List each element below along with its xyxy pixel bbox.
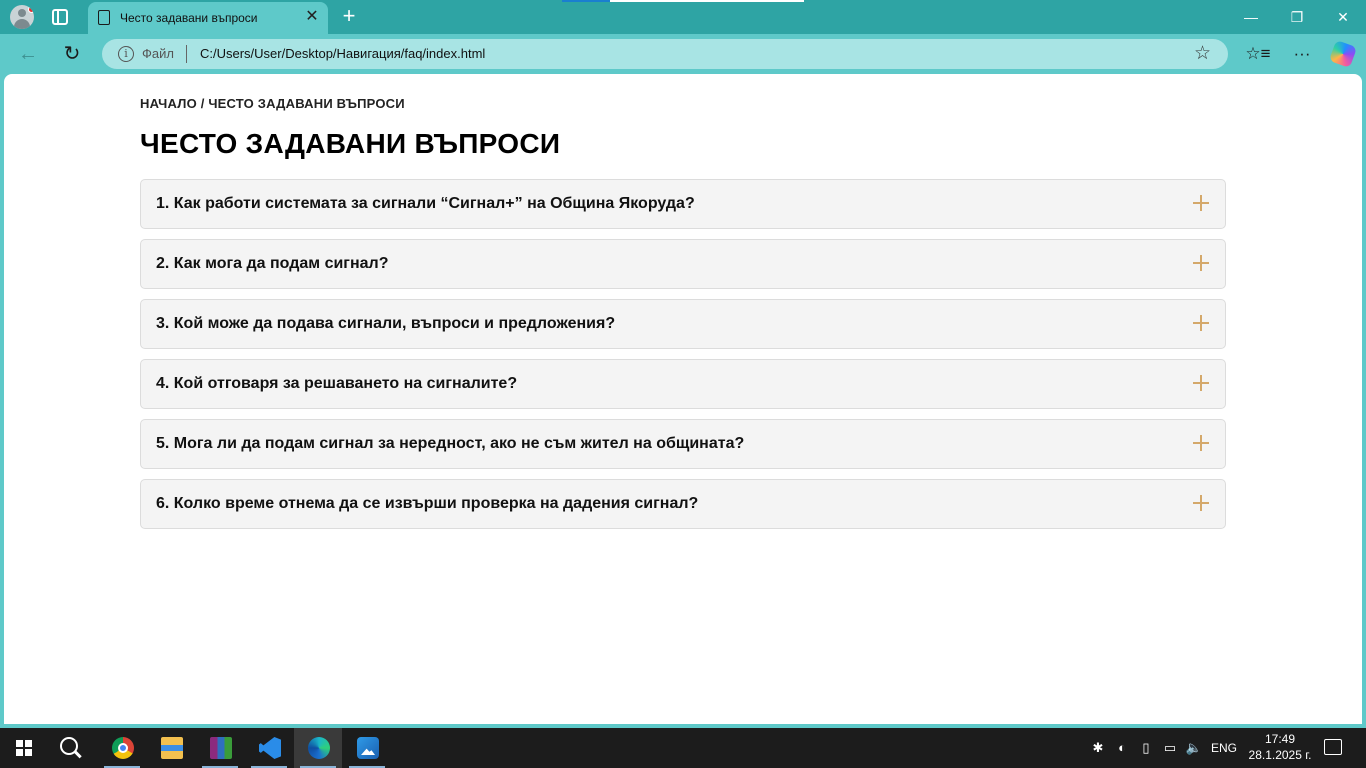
- taskbar-app-file-explorer[interactable]: [147, 728, 195, 768]
- close-window-button[interactable]: ✕: [1320, 4, 1366, 30]
- volume-icon[interactable]: 🔈: [1184, 728, 1204, 768]
- faq-question: 5. Мога ли да подам сигнал за нередност,…: [156, 435, 745, 452]
- faq-list: 1. Как работи системата за сигнали “Сигн…: [140, 179, 1226, 529]
- taskbar-app-edge[interactable]: [294, 728, 342, 768]
- tab-actions-icon[interactable]: [52, 9, 68, 25]
- language-indicator[interactable]: ENG: [1208, 728, 1240, 768]
- network-icon[interactable]: ▭: [1158, 728, 1182, 768]
- more-menu-icon[interactable]: ···: [1288, 40, 1316, 68]
- new-tab-button[interactable]: +: [338, 4, 360, 28]
- page-icon: [98, 10, 110, 25]
- faq-question: 4. Кой отговаря за решаването на сигнали…: [156, 375, 518, 392]
- profile-head: [18, 9, 26, 17]
- faq-item[interactable]: 3. Кой може да подава сигнали, въпроси и…: [140, 299, 1226, 349]
- windows-start-icon[interactable]: [16, 740, 32, 756]
- clock-time: 17:49: [1264, 732, 1296, 746]
- profile-body: [14, 19, 30, 29]
- photos-icon: [357, 737, 379, 759]
- restore-button[interactable]: ❐: [1274, 4, 1320, 30]
- notification-icon[interactable]: [1324, 739, 1342, 755]
- faq-item[interactable]: 5. Мога ли да подам сигнал за нередност,…: [140, 419, 1226, 469]
- vscode-icon: [259, 737, 281, 759]
- address-bar[interactable]: i Файл C:/Users/User/Desktop/Навигация/f…: [102, 39, 1228, 69]
- winrar-icon: [210, 737, 232, 759]
- tab-faq[interactable]: Често задавани въпроси ✕: [88, 2, 328, 34]
- reload-icon[interactable]: ↻: [58, 40, 86, 68]
- plus-icon[interactable]: [1193, 495, 1209, 511]
- page-title: ЧЕСТО ЗАДАВАНИ ВЪПРОСИ: [140, 128, 561, 159]
- taskbar-app-photos[interactable]: [343, 728, 391, 768]
- tab-title: Често задавани въпроси: [120, 11, 258, 25]
- file-explorer-icon: [161, 737, 183, 759]
- browser-tab-bar: Често задавани въпроси ✕ + — ❐ ✕: [0, 0, 1366, 34]
- breadcrumb[interactable]: НАЧАЛО / ЧЕСТО ЗАДАВАНИ ВЪПРОСИ: [140, 96, 1226, 111]
- profile-icon[interactable]: [10, 5, 34, 29]
- edge-icon: [308, 737, 330, 759]
- taskbar-app-winrar[interactable]: [196, 728, 244, 768]
- info-icon[interactable]: i: [118, 46, 134, 62]
- clock-date: 28.1.2025 г.: [1248, 748, 1312, 762]
- tab-close-icon[interactable]: ✕: [302, 7, 322, 27]
- tray-sync-icon[interactable]: ◐: [1112, 728, 1132, 768]
- copilot-icon[interactable]: [1328, 39, 1358, 69]
- address-divider: [186, 45, 187, 63]
- browser-toolbar: ← ↻ i Файл C:/Users/User/Desktop/Навигац…: [0, 34, 1366, 74]
- faq-question: 6. Колко време отнема да се извърши пров…: [156, 495, 699, 512]
- faq-question: 1. Как работи системата за сигнали “Сигн…: [156, 195, 695, 212]
- faq-question: 3. Кой може да подава сигнали, въпроси и…: [156, 315, 616, 332]
- plus-icon[interactable]: [1193, 315, 1209, 331]
- scheme-label: Файл: [142, 46, 174, 61]
- faq-item[interactable]: 1. Как работи системата за сигнали “Сигн…: [140, 179, 1226, 229]
- favorites-list-icon[interactable]: ☆≡: [1244, 40, 1272, 68]
- taskbar-app-chrome[interactable]: [98, 728, 146, 768]
- start-tile: [16, 749, 23, 756]
- url-text[interactable]: C:/Users/User/Desktop/Навигация/faq/inde…: [200, 46, 485, 61]
- loading-strip-fill: [562, 0, 610, 2]
- taskbar: ✱ ◐ ▯ ▭ 🔈 ENG 17:49 28.1.2025 г.: [0, 728, 1366, 768]
- plus-icon[interactable]: [1193, 435, 1209, 451]
- favorite-star-icon[interactable]: ☆: [1194, 42, 1211, 65]
- loading-strip: [562, 0, 804, 2]
- battery-icon[interactable]: ▯: [1136, 728, 1156, 768]
- page-content: НАЧАЛО / ЧЕСТО ЗАДАВАНИ ВЪПРОСИ ЧЕСТО ЗА…: [140, 96, 1226, 539]
- plus-icon[interactable]: [1193, 255, 1209, 271]
- faq-item[interactable]: 6. Колко време отнема да се извърши пров…: [140, 479, 1226, 529]
- profile-notification-dot: [28, 6, 34, 13]
- faq-item[interactable]: 2. Как мога да подам сигнал?: [140, 239, 1226, 289]
- plus-icon[interactable]: [1193, 375, 1209, 391]
- minimize-button[interactable]: —: [1228, 4, 1274, 30]
- start-tile: [16, 740, 23, 747]
- start-tile: [25, 749, 32, 756]
- clock[interactable]: 17:49 28.1.2025 г.: [1242, 731, 1318, 763]
- chrome-icon: [112, 737, 134, 759]
- start-tile: [25, 740, 32, 747]
- faq-question: 2. Как мога да подам сигнал?: [156, 255, 389, 272]
- tray-app-icon[interactable]: ✱: [1088, 728, 1108, 768]
- faq-item[interactable]: 4. Кой отговаря за решаването на сигнали…: [140, 359, 1226, 409]
- taskbar-app-vscode[interactable]: [245, 728, 293, 768]
- search-icon[interactable]: [60, 737, 78, 755]
- plus-icon[interactable]: [1193, 195, 1209, 211]
- back-icon[interactable]: ←: [14, 40, 42, 68]
- page-viewport: НАЧАЛО / ЧЕСТО ЗАДАВАНИ ВЪПРОСИ ЧЕСТО ЗА…: [4, 74, 1362, 724]
